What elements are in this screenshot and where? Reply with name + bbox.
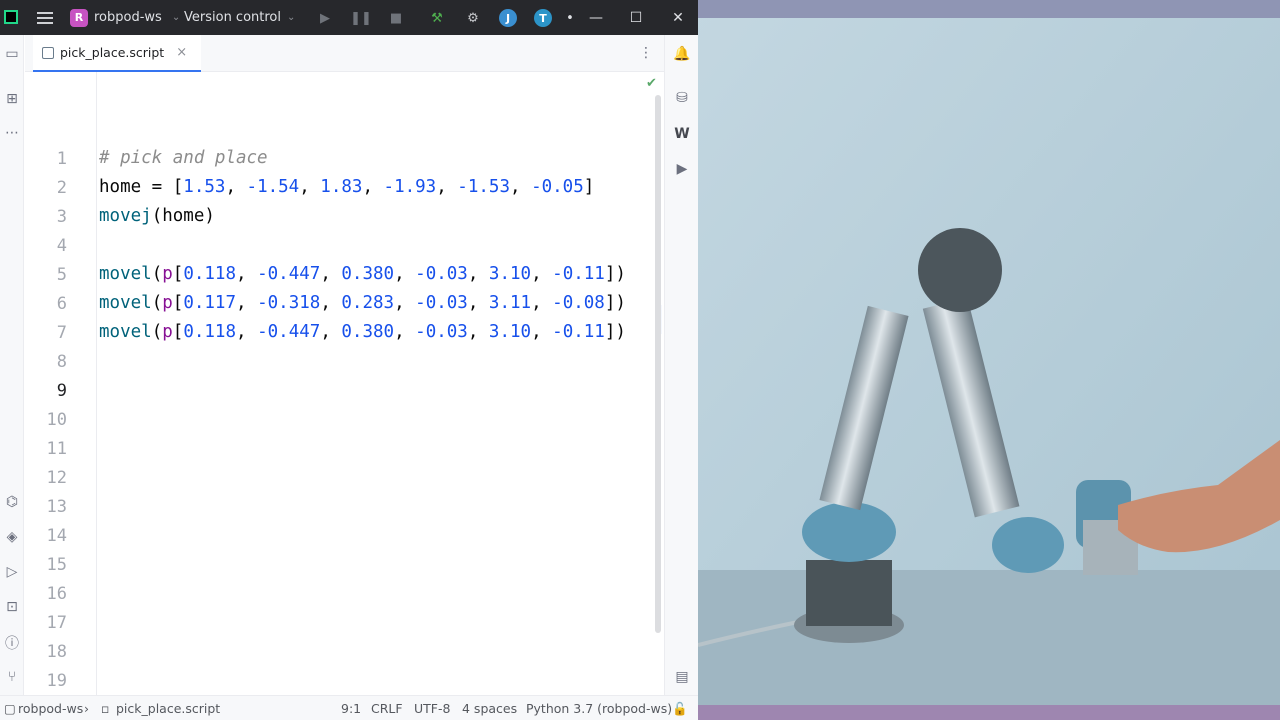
terminal-icon[interactable]: ⊡ <box>2 597 22 617</box>
project-name: robpod-ws <box>94 10 162 25</box>
check-icon: ✔ <box>646 76 657 91</box>
line-number[interactable]: 16 <box>25 584 67 604</box>
status-bar: ▢ robpod-ws › ▫ pick_place.script 9:1 CR… <box>0 695 698 720</box>
avatar[interactable]: J <box>499 9 517 27</box>
document-icon[interactable]: ▤ <box>672 667 692 687</box>
line-number[interactable]: 17 <box>25 613 67 633</box>
line-number[interactable]: 14 <box>25 526 67 546</box>
code-line[interactable]: movel(p[0.118, -0.447, 0.380, -0.03, 3.1… <box>99 322 626 342</box>
avatar[interactable]: T <box>534 9 552 27</box>
project-selector[interactable]: R robpod-ws ⌄ <box>70 0 180 35</box>
structure-icon[interactable]: ⊞ <box>2 89 22 109</box>
play-icon[interactable]: ▶ <box>316 9 334 27</box>
line-number[interactable]: 11 <box>25 439 67 459</box>
w-icon[interactable]: W <box>672 124 692 144</box>
line-number[interactable]: 13 <box>25 497 67 517</box>
run-icon[interactable]: ▷ <box>2 562 22 582</box>
line-number[interactable]: 5 <box>25 265 67 285</box>
line-number[interactable]: 7 <box>25 323 67 343</box>
indent-setting[interactable]: 4 spaces <box>462 701 517 716</box>
line-number[interactable]: 1 <box>25 149 67 169</box>
line-number[interactable]: 3 <box>25 207 67 227</box>
version-control-label: Version control <box>184 10 281 25</box>
breadcrumb-project[interactable]: robpod-ws <box>18 701 83 716</box>
robot-arm-image <box>698 0 1280 720</box>
more-icon[interactable]: ⋮ <box>639 45 653 61</box>
code-line[interactable]: movel(p[0.117, -0.318, 0.283, -0.03, 3.1… <box>99 293 626 313</box>
close-icon[interactable]: × <box>176 45 187 60</box>
right-tool-strip: 🔔 ⛁ W ▶ ▤ <box>664 35 698 695</box>
editor-tab-bar: pick_place.script × ⋮ <box>25 35 664 72</box>
folder-icon[interactable]: ▭ <box>2 44 22 64</box>
script-file-icon <box>42 46 54 59</box>
ide-window: R robpod-ws ⌄ Version control ⌄ ▶ ❚❚ ■ ⚒… <box>0 0 698 720</box>
line-number[interactable]: 15 <box>25 555 67 575</box>
maximize-icon[interactable]: ☐ <box>616 0 656 35</box>
caret-position[interactable]: 9:1 <box>341 701 361 716</box>
layers-icon[interactable]: ◈ <box>2 527 22 547</box>
settings-icon[interactable]: ⚙ <box>464 9 482 27</box>
line-number[interactable]: 9 <box>25 381 67 401</box>
notifications-icon[interactable]: 🔔 <box>672 44 692 64</box>
file-encoding[interactable]: UTF-8 <box>414 701 450 716</box>
minimize-icon[interactable]: — <box>576 0 616 35</box>
tab-pick-place[interactable]: pick_place.script × <box>33 35 201 72</box>
breadcrumb-separator-icon: › <box>84 701 89 716</box>
box-icon: ▢ <box>4 701 16 716</box>
project-badge: R <box>70 8 88 27</box>
line-ending[interactable]: CRLF <box>371 701 403 716</box>
chevron-down-icon: ⌄ <box>171 12 181 23</box>
main-menu-button[interactable] <box>36 0 54 35</box>
title-bar: R robpod-ws ⌄ Version control ⌄ ▶ ❚❚ ■ ⚒… <box>0 0 698 35</box>
close-icon[interactable]: ✕ <box>658 0 698 35</box>
line-number[interactable]: 18 <box>25 642 67 662</box>
vertical-scrollbar[interactable] <box>655 95 661 633</box>
stop-icon[interactable]: ■ <box>387 9 405 27</box>
line-number[interactable]: 12 <box>25 468 67 488</box>
code-editor[interactable]: # pick and place home = [1.53, -1.54, 1.8… <box>97 72 657 695</box>
code-line[interactable]: movej(home) <box>99 206 215 226</box>
line-number[interactable]: 19 <box>25 671 67 691</box>
build-icon[interactable]: ⚒ <box>428 9 446 27</box>
app-logo <box>4 10 18 24</box>
preview-icon[interactable]: ▶ <box>672 159 692 179</box>
python-icon[interactable]: ⌬ <box>2 492 22 512</box>
code-line[interactable]: home = [1.53, -1.54, 1.83, -1.93, -1.53,… <box>99 177 594 197</box>
pause-icon[interactable]: ❚❚ <box>350 9 372 27</box>
lock-icon[interactable]: 🔓 <box>672 701 688 717</box>
problems-icon[interactable]: ⓘ <box>2 633 22 653</box>
line-number[interactable]: 6 <box>25 294 67 314</box>
breadcrumb-file[interactable]: pick_place.script <box>116 701 220 716</box>
database-icon[interactable]: ⛁ <box>672 88 692 108</box>
line-number[interactable]: 8 <box>25 352 67 372</box>
line-number[interactable]: 2 <box>25 178 67 198</box>
more-icon[interactable]: ⋯ <box>2 123 22 143</box>
robot-video-feed <box>698 0 1280 720</box>
line-gutter: 1 2 3 4 5 6 7 8 9 10 11 12 13 14 15 16 17 18 19 <box>25 72 97 695</box>
line-number[interactable]: 10 <box>25 410 67 430</box>
tab-label: pick_place.script <box>60 45 165 60</box>
interpreter[interactable]: Python 3.7 (robpod-ws) <box>526 701 672 716</box>
script-file-icon: ▫ <box>101 701 110 716</box>
code-line[interactable]: movel(p[0.118, -0.447, 0.380, -0.03, 3.1… <box>99 264 626 284</box>
version-control-menu[interactable]: Version control ⌄ <box>184 0 295 35</box>
line-number[interactable]: 4 <box>25 236 67 256</box>
code-line[interactable]: # pick and place <box>99 148 268 168</box>
chevron-down-icon: ⌄ <box>287 12 296 23</box>
left-tool-strip: ▭ ⊞ ⋯ ⌬ ◈ ▷ ⊡ ⓘ ⑂ <box>0 35 24 695</box>
git-icon[interactable]: ⑂ <box>2 667 22 687</box>
